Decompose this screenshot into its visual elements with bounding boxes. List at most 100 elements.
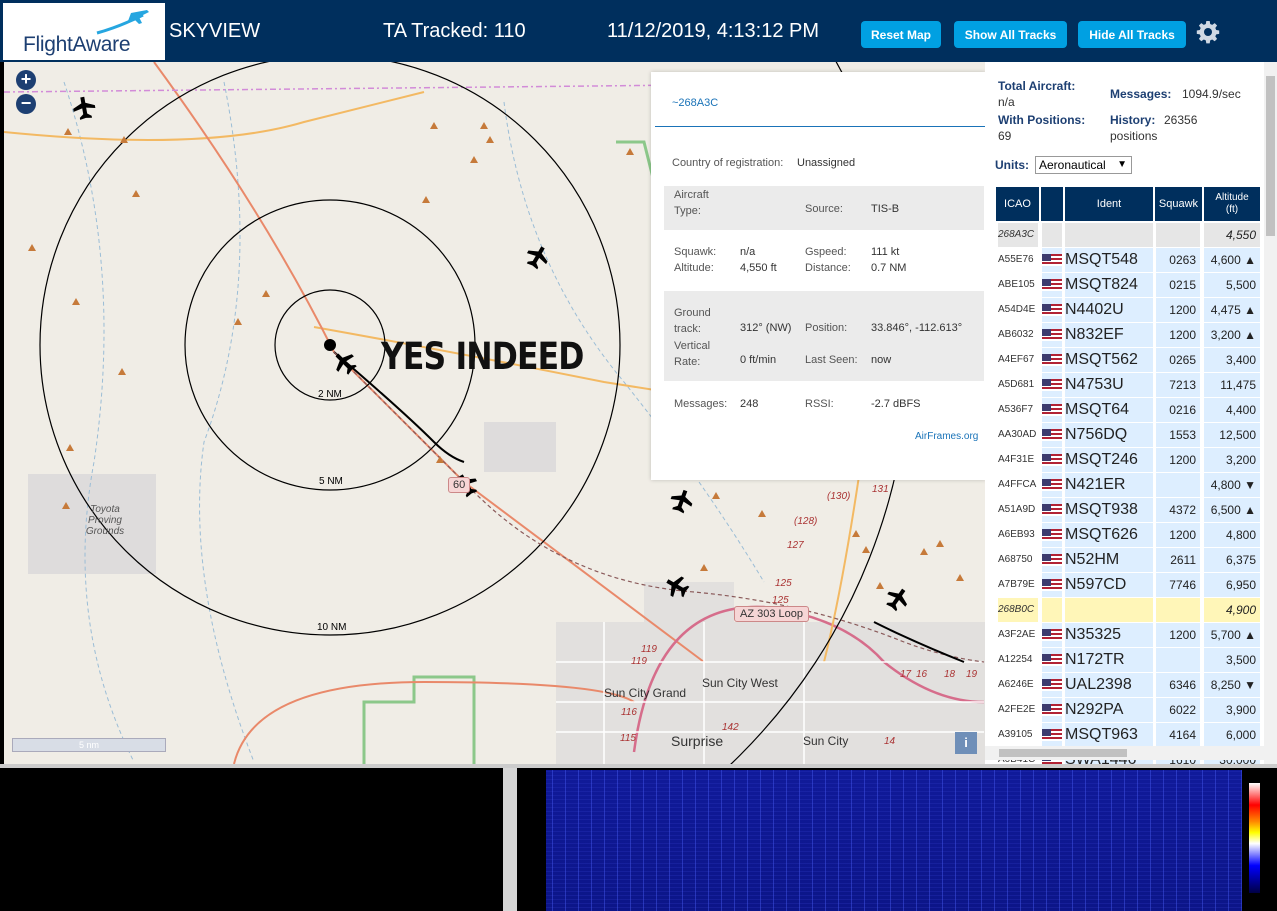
header-bar: FlightAware SKYVIEW TA Tracked: 110 11/1… [0,0,1277,62]
ident-cell: MSQT548 [1065,248,1153,272]
icao-cell: A51A9D [998,498,1038,522]
col-squawk[interactable]: Squawk [1155,187,1202,221]
aircraft-icon[interactable] [882,583,913,614]
ident-cell: MSQT64 [1065,398,1153,422]
gspeed-value: 111 kt [871,246,900,258]
road-number: 17 [900,669,912,680]
table-row[interactable]: A2FE2E N292PA 6022 3,900 [996,698,1260,723]
col-ident[interactable]: Ident [1065,187,1153,221]
scroll-thumb[interactable] [1266,76,1275,236]
altitude-cell: 4,900 [1204,598,1260,622]
us-flag-icon [1042,479,1062,491]
col-icao[interactable]: ICAO [996,187,1039,221]
table-row[interactable]: A4F31E MSQT246 1200 3,200 [996,448,1260,473]
squawk-cell: 4372 [1156,498,1200,522]
squawk-cell: 0216 [1156,398,1200,422]
table-row[interactable]: A4EF67 MSQT562 0265 3,400 [996,348,1260,373]
altitude-cell: 3,200 ▲ [1204,323,1260,347]
icao-cell: A4EF67 [998,348,1038,372]
road-badge-60: 60 [448,477,471,493]
panel-splitter[interactable] [503,768,517,911]
aircraft-icon[interactable] [522,242,552,272]
history-unit: positions [1110,129,1158,143]
flag-cell [1042,423,1062,447]
table-row[interactable]: A68750 N52HM 2611 6,375 [996,548,1260,573]
table-row[interactable]: A6EB93 MSQT626 1200 4,800 [996,523,1260,548]
units-select[interactable]: Aeronautical ▼ [1035,156,1132,174]
table-row[interactable]: A12254 N172TR 3,500 [996,648,1260,673]
table-row[interactable]: A6246E UAL2398 6346 8,250 ▼ [996,673,1260,698]
hide-all-tracks-button[interactable]: Hide All Tracks [1078,21,1186,48]
table-row[interactable]: A5D681 N4753U 7213 11,475 [996,373,1260,398]
squawk-cell: 6022 [1156,698,1200,722]
show-all-tracks-button[interactable]: Show All Tracks [954,21,1067,48]
road-number: 116 [621,707,637,718]
aircraft-icon[interactable] [668,487,696,515]
altitude-cell: 4,400 [1204,398,1260,422]
total-aircraft-label: Total Aircraft: [998,79,1076,93]
flag-cell [1042,473,1062,497]
history-value: 26356 [1164,113,1198,127]
popup-icao-link[interactable]: ~268A3C [672,97,718,109]
altitude-cell: 3,400 [1204,348,1260,372]
sidebar-horizontal-scrollbar[interactable] [985,746,1264,760]
total-aircraft-value: n/a [998,95,1015,109]
table-row[interactable]: 268B0C 4,900 [996,598,1260,623]
gear-icon[interactable] [1196,20,1220,44]
map-info-button[interactable]: i [955,732,977,754]
squawk-cell: 0215 [1156,273,1200,297]
table-row[interactable]: A4FFCA N421ER 4,800 ▼ [996,473,1260,498]
table-row[interactable]: A7B79E N597CD 7746 6,950 [996,573,1260,598]
table-row[interactable]: A55E76 MSQT548 0263 4,600 ▲ [996,248,1260,273]
us-flag-icon [1042,429,1062,441]
zoom-out-button[interactable]: − [16,94,36,114]
ident-cell: N421ER [1065,473,1153,497]
table-row[interactable]: A3F2AE N35325 1200 5,700 ▲ [996,623,1260,648]
sidebar-vertical-scrollbar[interactable] [1264,62,1277,764]
us-flag-icon [1042,579,1062,591]
place-label-sun-city: Sun City [803,734,849,748]
flightaware-logo[interactable]: FlightAware [3,3,165,60]
squawk-cell: 1200 [1156,523,1200,547]
table-row[interactable]: 268A3C 4,550 [996,223,1260,248]
rssi-label: RSSI: [805,398,834,410]
table-row[interactable]: ABE105 MSQT824 0215 5,500 [996,273,1260,298]
altitude-cell: 4,550 [1204,223,1260,247]
altitude-cell: 4,800 ▼ [1204,473,1260,497]
table-row[interactable]: AA30AD N756DQ 1553 12,500 [996,423,1260,448]
col-flag[interactable] [1041,187,1063,221]
icao-cell: ABE105 [998,273,1038,297]
road-number: 16 [916,669,928,680]
altitude-cell: 4,800 [1204,523,1260,547]
squawk-cell [1156,223,1200,247]
squawk-cell [1156,473,1200,497]
aircraft-icon[interactable] [71,95,96,120]
table-row[interactable]: A536F7 MSQT64 0216 4,400 [996,398,1260,423]
ident-cell: MSQT963 [1065,723,1153,747]
us-flag-icon [1042,629,1062,641]
map-scale-bar: 5 nm [12,738,166,752]
airframes-link[interactable]: AirFrames.org [915,431,978,442]
flag-cell [1042,598,1062,622]
ident-cell: N832EF [1065,323,1153,347]
table-row[interactable]: A54D4E N4402U 1200 4,475 ▲ [996,298,1260,323]
spectrum-waterfall [546,770,1242,911]
squawk-label: Squawk: [674,246,717,258]
scroll-thumb[interactable] [999,749,1127,757]
ident-cell [1065,223,1153,247]
road-number: 19 [966,669,978,680]
reset-map-button[interactable]: Reset Map [861,21,941,48]
table-row[interactable]: A51A9D MSQT938 4372 6,500 ▲ [996,498,1260,523]
zoom-in-button[interactable]: + [16,70,36,90]
rssi-value: -2.7 dBFS [871,398,921,410]
vertical-rate-value: 0 ft/min [740,354,777,366]
ident-cell: N172TR [1065,648,1153,672]
table-header: ICAO Ident Squawk Altitude (ft) [996,187,1260,221]
units-label: Units: [995,158,1029,172]
col-altitude[interactable]: Altitude (ft) [1204,187,1260,221]
table-row[interactable]: A39105 MSQT963 4164 6,000 [996,723,1260,748]
table-row[interactable]: AB6032 N832EF 1200 3,200 ▲ [996,323,1260,348]
ident-cell: N4402U [1065,298,1153,322]
with-positions-label: With Positions: [998,113,1086,127]
annotation-text: YES INDEED [381,335,584,378]
